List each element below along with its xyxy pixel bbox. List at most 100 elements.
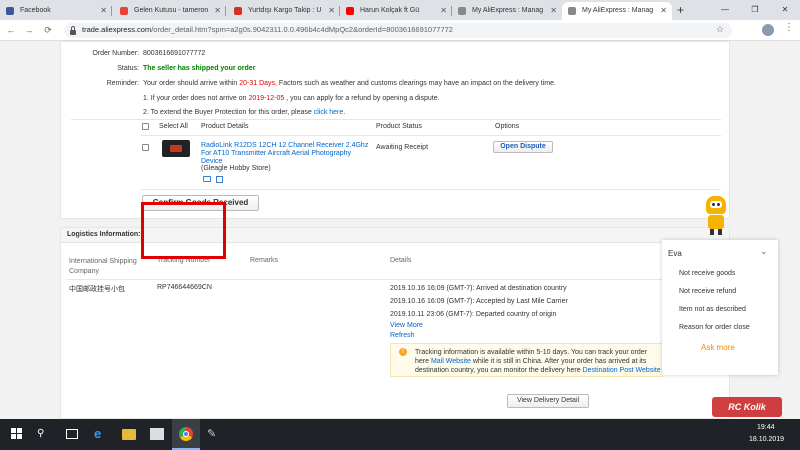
tracking-event: 2019.10.16 16:09 (GMT-7): Accepted by La… [390, 298, 568, 305]
tracking-number: RP746644669CN [157, 284, 212, 291]
highlight-box [141, 202, 226, 259]
chat-widget: Eva ⌄ Not receive goods Not receive refu… [662, 240, 778, 375]
header-options: Options [495, 123, 520, 130]
close-icon[interactable]: ✕ [328, 2, 335, 20]
shipping-company: 中国邮政挂号小包 [69, 286, 125, 293]
open-dispute-button[interactable]: Open Dispute [493, 141, 553, 153]
app-icon[interactable]: ✎ [207, 427, 221, 441]
snapshot-icon[interactable] [216, 176, 223, 183]
header-product-details: Product Details [201, 123, 249, 130]
url-text: trade.aliexpress.com/order_detail.htm?sp… [82, 25, 453, 34]
chat-option[interactable]: Not receive refund [679, 288, 736, 295]
tab-youtube[interactable]: Harun Kolçak ft Gü ✕ [340, 2, 452, 20]
product-status: Awaiting Receipt [376, 144, 429, 151]
tab-aliexpress-1[interactable]: My AliExpress : Manag ✕ [452, 2, 562, 20]
chat-option[interactable]: Not receive goods [679, 270, 735, 277]
reminder-label: Reminder: [106, 80, 139, 87]
logistics-title: Logistics Information: [67, 231, 141, 238]
close-icon[interactable]: ✕ [214, 2, 221, 20]
tab-facebook[interactable]: Facebook ✕ [0, 2, 112, 20]
windows-start-icon[interactable] [10, 427, 24, 441]
chrome-taskbar-button[interactable] [172, 419, 200, 450]
close-icon[interactable]: ✕ [550, 2, 557, 20]
tracking-event: 2019.10.11 23:06 (GMT-7): Departed count… [390, 311, 557, 318]
tab-label: My AliExpress : Manag [582, 7, 654, 14]
file-explorer-icon[interactable] [122, 429, 136, 440]
view-more-link[interactable]: View More [390, 322, 423, 329]
header-remarks: Remarks [250, 257, 279, 264]
tab-aliexpress-active[interactable]: My AliExpress : Manag ✕ [562, 2, 672, 20]
product-checkbox[interactable] [142, 144, 149, 151]
header-details: Details [390, 257, 412, 264]
cargo-icon [234, 7, 242, 15]
assistant-robot-icon[interactable] [700, 196, 732, 236]
header-product-status: Product Status [376, 123, 422, 130]
url-input[interactable]: trade.aliexpress.com/order_detail.htm?sp… [64, 23, 732, 38]
order-number-label: Order Number: [92, 50, 139, 57]
select-all-checkbox[interactable] [142, 123, 149, 130]
header-shipping-company: International Shipping Company [69, 258, 137, 275]
tracking-event: 2019.10.16 16:09 (GMT-7): Arrived at des… [390, 285, 567, 292]
tracking-info-text: Tracking information is available within… [415, 349, 661, 374]
destination-post-link[interactable]: Destination Post Website [583, 367, 661, 374]
refresh-link[interactable]: Refresh [390, 332, 415, 339]
chevron-down-icon[interactable]: ⌄ [760, 246, 768, 257]
forward-button[interactable]: → [22, 23, 36, 37]
store-icon[interactable] [150, 428, 164, 440]
tab-label: Harun Kolçak ft Gü [360, 7, 420, 14]
note-protection: 2. To extend the Buyer Protection for th… [143, 109, 346, 116]
product-thumbnail[interactable] [162, 140, 190, 157]
chat-option[interactable]: Item not as described [679, 306, 746, 313]
gmail-icon [120, 7, 128, 15]
reload-button[interactable]: ⟳ [41, 23, 55, 37]
clock-time: 19:44 [757, 424, 775, 431]
chat-option[interactable]: Reason for order close [679, 324, 750, 331]
star-icon[interactable]: ☆ [716, 24, 724, 35]
store-name[interactable]: (Gleagle Hobby Store) [201, 165, 271, 172]
lock-icon [70, 26, 76, 35]
click-here-link[interactable]: click here [314, 109, 344, 116]
browser-menu-button[interactable]: ⋮ [784, 22, 794, 33]
facebook-icon [6, 7, 14, 15]
restore-button[interactable]: ❐ [740, 0, 770, 20]
browser-tab-strip: Facebook ✕ Gelen Kutusu - tameron ✕ Yurt… [0, 0, 800, 20]
back-button[interactable]: ← [4, 23, 18, 37]
order-number: 8003616691077772 [143, 50, 206, 57]
info-icon: ! [399, 348, 407, 356]
note-refund: 1. If your order does not arrive on 2019… [143, 95, 440, 102]
windows-taskbar: ⚲ e ✎ 19:44 18.10.2019 [0, 419, 800, 450]
minimize-button[interactable]: — [710, 0, 740, 20]
task-view-icon[interactable] [66, 429, 78, 439]
product-title-link[interactable]: RadioLink R12DS 12CH 12 Channel Receiver… [201, 142, 371, 166]
close-icon[interactable]: ✕ [100, 2, 107, 20]
tab-cargo-tracking[interactable]: Yurtdışı Kargo Takip : U ✕ [228, 2, 340, 20]
search-icon[interactable]: ⚲ [37, 427, 51, 441]
close-icon[interactable]: ✕ [660, 2, 667, 20]
close-window-button[interactable]: ✕ [770, 0, 800, 20]
header-select-all: Select All [159, 123, 188, 130]
page-icon [458, 7, 466, 15]
ask-more-link[interactable]: Ask more [701, 343, 735, 352]
close-icon[interactable]: ✕ [440, 2, 447, 20]
status-label: Status: [117, 65, 139, 72]
view-delivery-detail-button[interactable]: View Delivery Detail [507, 394, 589, 408]
youtube-icon [346, 7, 354, 15]
shipping-icon[interactable] [203, 176, 211, 182]
tab-gmail[interactable]: Gelen Kutusu - tameron ✕ [114, 2, 226, 20]
profile-avatar[interactable] [762, 24, 774, 36]
edge-icon[interactable]: e [94, 427, 108, 441]
order-detail-panel: Order Number: 8003616691077772 Status: T… [60, 41, 730, 219]
chat-agent-name: Eva [668, 249, 682, 258]
mail-website-link[interactable]: Mail Website [431, 358, 471, 365]
tracking-info-box: ! Tracking information is available with… [390, 343, 663, 377]
watermark-logo: RC Kolik [712, 397, 782, 417]
address-bar: ← → ⟳ trade.aliexpress.com/order_detail.… [0, 20, 800, 41]
clock-date: 18.10.2019 [749, 436, 785, 443]
order-status: The seller has shipped your order [143, 65, 256, 72]
reminder-text: Your order should arrive within 20-31 Da… [143, 80, 556, 87]
tab-label: Gelen Kutusu - tameron [134, 7, 209, 14]
new-tab-button[interactable]: + [677, 2, 684, 18]
tab-label: Facebook [20, 7, 51, 14]
page-icon [568, 7, 576, 15]
tab-label: Yurtdışı Kargo Takip : U [248, 7, 322, 14]
